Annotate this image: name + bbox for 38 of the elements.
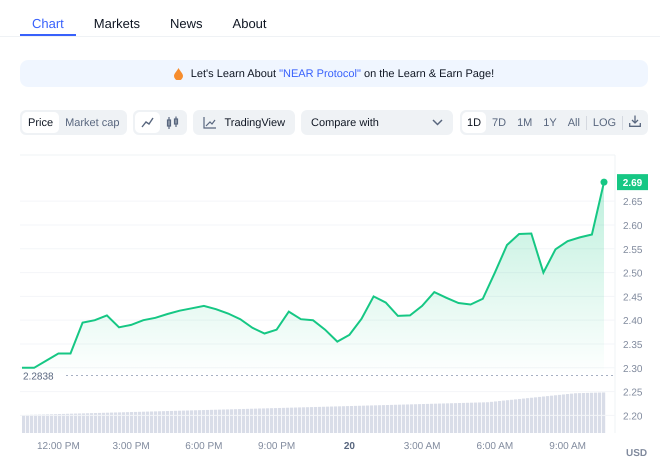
log-button[interactable]: LOG (588, 112, 622, 133)
learn-link[interactable]: "NEAR Protocol" (279, 68, 361, 80)
x-tick-label: 12:00 PM (36, 441, 80, 452)
baseline-label: 2.2838 (23, 372, 54, 382)
range-option[interactable]: 1D (462, 112, 486, 133)
x-tick-label: 6:00 PM (185, 441, 222, 452)
tab[interactable]: News (158, 12, 215, 36)
currency-label: USD (626, 448, 648, 459)
range-option[interactable]: 7D (487, 112, 512, 133)
y-tick-label: 2.40 (623, 316, 642, 328)
metric-option[interactable]: Market cap (59, 112, 126, 133)
current-price-tag: 2.69 (617, 174, 648, 190)
range-option[interactable]: 1Y (538, 112, 562, 133)
x-tick-label: 9:00 AM (549, 441, 586, 452)
y-tick-label: 2.60 (623, 220, 642, 232)
metric-option[interactable]: Price (22, 112, 60, 133)
compare-dropdown[interactable]: Compare with (301, 110, 454, 135)
y-tick-label: 2.50 (623, 268, 642, 280)
y-tick-label: 2.55 (623, 244, 642, 256)
y-tick-label: 2.30 (623, 364, 642, 375)
y-tick-label: 2.25 (623, 388, 642, 399)
tab[interactable]: About (220, 12, 279, 36)
y-tick-label: 2.45 (623, 292, 642, 304)
tradingview-label: TradingView (224, 116, 286, 128)
y-tick-label: 2.65 (623, 197, 642, 208)
range-option[interactable]: 1M (512, 112, 538, 133)
x-tick-label: 3:00 AM (404, 441, 440, 452)
tradingview-button[interactable]: TradingView (193, 110, 296, 135)
tab[interactable]: Markets (82, 12, 152, 36)
x-tick-label: 6:00 AM (476, 441, 514, 452)
x-tick-label: 3:00 PM (112, 441, 150, 452)
range-option[interactable]: All (562, 112, 585, 133)
x-tick-label: 20 (344, 441, 355, 452)
tab[interactable]: Chart (20, 12, 76, 36)
y-tick-label: 2.35 (623, 340, 642, 351)
y-tick-label: 2.20 (623, 411, 642, 422)
x-tick-label: 9:00 PM (258, 441, 296, 452)
banner-text: Let's Learn About "NEAR Protocol" on the Learn & Earn Page! (190, 68, 494, 80)
